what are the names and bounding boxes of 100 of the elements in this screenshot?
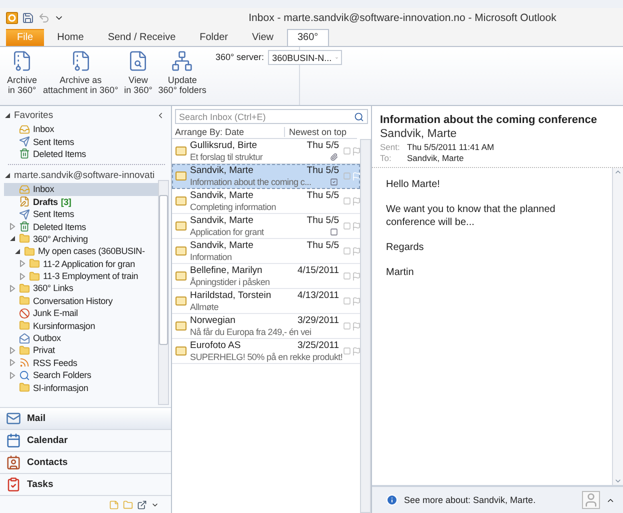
ribbon-button[interactable]: Archive as attachment in 360°: [42, 50, 120, 102]
category-icon[interactable]: [343, 322, 351, 330]
folder-item[interactable]: 360° Links: [4, 282, 158, 295]
message-title: Information about the coming conference: [379, 113, 598, 126]
folder-item[interactable]: Privat: [4, 344, 158, 357]
folder-item[interactable]: Kursinformasjon: [4, 319, 158, 332]
avatar-icon: [582, 491, 600, 509]
message-subject: Allmøte: [190, 302, 218, 312]
nav-button[interactable]: Contacts: [0, 451, 171, 473]
folder-item[interactable]: Sent Items: [4, 208, 158, 220]
folder-item[interactable]: Deleted Items: [4, 148, 167, 160]
save-icon[interactable]: [22, 12, 34, 24]
drafts-icon: [19, 196, 30, 208]
ribbon-tab[interactable]: 360°: [286, 29, 330, 46]
to-label: To:: [380, 153, 392, 163]
flag-icon[interactable]: [352, 196, 361, 206]
search-field[interactable]: Search Inbox (Ctrl+E): [175, 109, 368, 124]
expand-arrow-icon[interactable]: [9, 235, 16, 242]
scrollbar[interactable]: [158, 180, 169, 405]
message-item[interactable]: Sandvik, Marte Thu 5/5 Information about the coming c...: [172, 164, 360, 189]
message-item[interactable]: Sandvik, Marte Thu 5/5 Application for grant: [172, 214, 360, 239]
scroll-up-icon[interactable]: [614, 168, 622, 176]
folder-item[interactable]: Conversation History: [4, 294, 158, 308]
folder-item[interactable]: Drafts [3]: [4, 196, 158, 208]
undo-icon[interactable]: [38, 12, 50, 24]
ribbon-button[interactable]: Archive in 360°: [6, 50, 38, 102]
folder-item[interactable]: 360° Archiving: [4, 232, 158, 246]
nav-button[interactable]: Tasks: [0, 473, 171, 495]
flag-icon[interactable]: [352, 222, 361, 230]
folder-item[interactable]: SI-informasjon: [4, 381, 158, 394]
message-date: Thu 5/5: [306, 190, 340, 200]
folder-icon: [19, 344, 30, 356]
message-item[interactable]: Bellefine, Marilyn 4/15/2011 Åpningstider i påsken: [172, 264, 360, 289]
folder-item[interactable]: Sent Items: [4, 135, 167, 148]
message-item[interactable]: Eurofoto AS 3/25/2011 SUPERHELG! 50% på en rekke produkt!: [172, 339, 360, 364]
folder-item[interactable]: Deleted Items: [4, 220, 158, 233]
body-paragraph: We want you to know that the planned conference will be...: [386, 203, 556, 229]
scrollbar[interactable]: [360, 139, 371, 513]
message-item[interactable]: Sandvik, Marte Thu 5/5 Information: [172, 239, 360, 264]
outlook-logo-icon[interactable]: [6, 12, 18, 24]
message-subject: Information: [190, 252, 232, 262]
flag-icon[interactable]: [352, 146, 361, 156]
scroll-down-icon[interactable]: [614, 477, 622, 485]
category-icon[interactable]: [343, 172, 351, 180]
category-icon[interactable]: [343, 222, 351, 230]
minimize-pane-icon[interactable]: [156, 111, 165, 120]
folder-item[interactable]: Outbox: [4, 332, 158, 344]
ribbon-tab[interactable]: Send / Receive: [96, 29, 187, 46]
folder-item[interactable]: My open cases (360BUSIN-: [4, 245, 158, 258]
ribbon-button[interactable]: Update 360° folders: [157, 50, 208, 102]
folder-item[interactable]: RSS Feeds: [4, 356, 158, 370]
message-date: Thu 5/5: [306, 140, 340, 150]
category-icon[interactable]: [343, 247, 351, 255]
nav-button[interactable]: Mail: [0, 407, 171, 429]
ribbon-tab[interactable]: Home: [46, 29, 95, 46]
message-item[interactable]: Harildstad, Torstein 4/13/2011 Allmøte: [172, 289, 360, 314]
expand-arrow-icon[interactable]: [4, 172, 11, 180]
message-date: 4/15/2011: [297, 264, 340, 276]
folder-icon[interactable]: [123, 500, 133, 510]
category-icon[interactable]: [343, 197, 351, 205]
sent-icon: [19, 208, 30, 220]
shortcut-icon[interactable]: [137, 500, 147, 510]
category-icon[interactable]: [343, 272, 351, 280]
calendar-icon: [6, 433, 21, 448]
category-icon[interactable]: [343, 297, 351, 305]
search-icon[interactable]: [354, 112, 364, 122]
folder-icon: [19, 282, 30, 294]
folder-item[interactable]: Search Folders: [4, 369, 158, 382]
folder-section-header[interactable]: Favorites: [4, 108, 171, 123]
message-item[interactable]: Norwegian 3/29/2011 Nå får du Europa fra 249,- én vei: [172, 314, 360, 339]
message-item[interactable]: Gulliksrud, Birte Thu 5/5 Et forslag til struktur: [172, 139, 360, 164]
flag-icon[interactable]: [352, 346, 361, 356]
ribbon-tab[interactable]: View: [241, 29, 284, 46]
ribbon-button[interactable]: View in 360°: [123, 50, 154, 102]
category-icon[interactable]: [343, 347, 351, 355]
arrange-by-header[interactable]: Arrange By: Date: [172, 127, 285, 137]
message-item[interactable]: Sandvik, Marte Thu 5/5 Completing information: [172, 189, 360, 214]
expand-arrow-icon[interactable]: [14, 248, 21, 255]
flag-icon[interactable]: [352, 246, 361, 256]
folder-item[interactable]: 11-3 Employment of train: [4, 270, 158, 282]
message-sender: Sandvik, Marte: [190, 190, 254, 200]
folder-section-header[interactable]: marte.sandvik@software-innovati: [4, 168, 171, 184]
sort-order-header[interactable]: Newest on top: [285, 127, 357, 137]
trash-icon: [19, 221, 30, 232]
message-date: Thu 5/5: [306, 164, 340, 176]
body-paragraph: Regards: [386, 241, 425, 254]
folder-item[interactable]: Inbox: [4, 123, 167, 136]
scrollbar[interactable]: [612, 168, 623, 485]
folder-item[interactable]: 11-2 Application for gran: [4, 258, 158, 270]
category-icon[interactable]: [343, 147, 351, 155]
flag-icon[interactable]: [352, 322, 361, 330]
folder-item[interactable]: Inbox: [4, 183, 158, 196]
notes-icon[interactable]: [109, 500, 119, 510]
expand-arrow-icon[interactable]: [4, 112, 11, 119]
nav-button[interactable]: Calendar: [0, 429, 171, 451]
server-dropdown[interactable]: 360BUSIN-N...: [268, 50, 342, 65]
ribbon-tab[interactable]: Folder: [188, 29, 239, 46]
flag-icon[interactable]: [352, 272, 361, 280]
folder-item[interactable]: Junk E-mail: [4, 307, 158, 320]
flag-icon[interactable]: [352, 296, 361, 306]
